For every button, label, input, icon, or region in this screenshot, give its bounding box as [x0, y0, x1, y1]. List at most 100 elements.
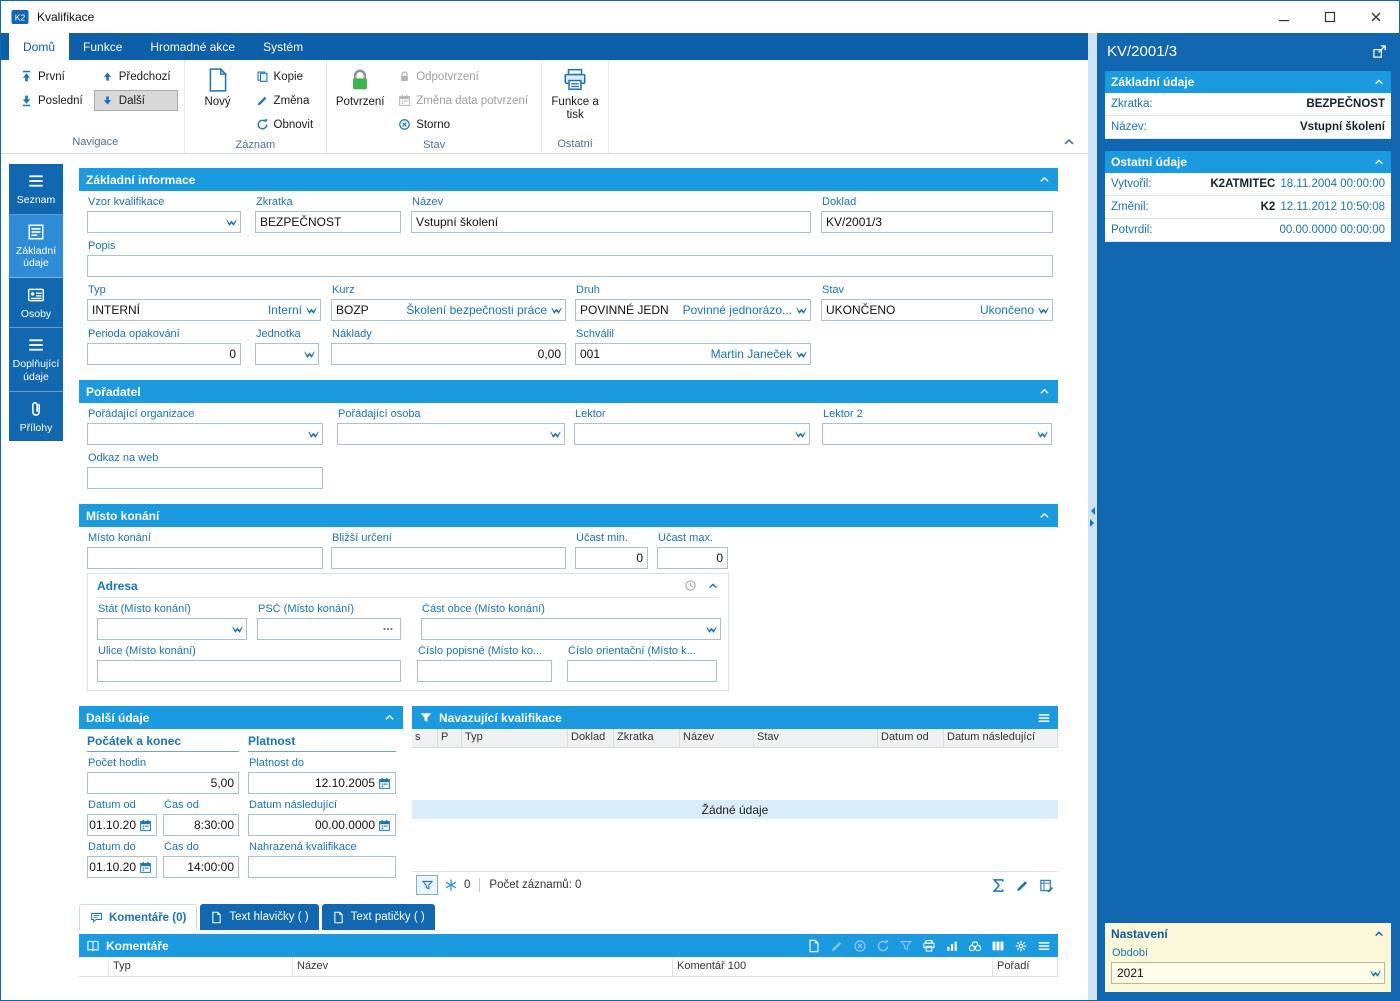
poradajici-organizace-select[interactable] [87, 423, 323, 445]
stav-select[interactable]: UKONČENOUkončeno [821, 299, 1053, 321]
perioda-input[interactable] [87, 343, 241, 365]
sidebar-item-osoby[interactable]: Osoby [9, 278, 63, 329]
calendar-icon[interactable] [378, 777, 391, 790]
change-confirm-date-button[interactable]: Změna data potvrzení [391, 90, 535, 111]
menu-icon[interactable] [1037, 711, 1051, 725]
filter-icon[interactable] [899, 939, 913, 953]
column-header[interactable]: Stav [754, 729, 878, 747]
cancel-record-button[interactable]: Storno [391, 114, 535, 135]
collapse-chevron-icon[interactable] [1373, 76, 1385, 88]
lektor2-select[interactable] [822, 423, 1052, 445]
sidebar-item-seznam[interactable]: Seznam [9, 164, 63, 215]
column-header[interactable]: Název [293, 957, 673, 976]
gear-icon[interactable] [1014, 939, 1028, 953]
column-header[interactable]: s [412, 729, 438, 747]
filter-toggle-button[interactable] [416, 875, 438, 895]
typ-select[interactable]: INTERNÍInterní [87, 299, 321, 321]
psc-input[interactable] [257, 618, 401, 640]
printer-icon[interactable] [922, 939, 936, 953]
edit-record-button[interactable]: Změna [249, 90, 321, 111]
chart-icon[interactable] [945, 939, 959, 953]
collapse-chevron-icon[interactable] [1038, 509, 1051, 522]
column-header[interactable]: Doklad [568, 729, 614, 747]
tab-komentare[interactable]: Komentáře (0) [79, 904, 197, 930]
zkratka-input[interactable] [255, 211, 401, 233]
poradajici-osoba-select[interactable] [337, 423, 565, 445]
column-header[interactable]: Komentář 100 [673, 957, 993, 976]
first-record-button[interactable]: První [13, 66, 90, 87]
collapse-chevron-icon[interactable] [1038, 385, 1051, 398]
sidebar-item-prilohy[interactable]: Přílohy [9, 392, 63, 442]
column-header[interactable]: Název [680, 729, 754, 747]
obdobi-select[interactable]: 2021 [1111, 962, 1385, 984]
kurz-select[interactable]: BOZPŠkolení bezpečnosti práce [331, 299, 566, 321]
column-header[interactable]: P [438, 729, 462, 747]
menu-icon[interactable] [1037, 939, 1051, 953]
next-record-button[interactable]: Další [94, 90, 178, 111]
sum-icon[interactable] [991, 878, 1006, 893]
cas-do-input[interactable] [163, 856, 239, 878]
nazev-input[interactable] [411, 211, 811, 233]
x-circle-icon[interactable] [853, 939, 867, 953]
misto-konani-input[interactable] [87, 547, 323, 569]
minimize-button[interactable] [1261, 2, 1307, 33]
maximize-button[interactable] [1307, 2, 1353, 33]
ucast-min-input[interactable] [575, 547, 648, 569]
unconfirm-button[interactable]: Odpotvrzení [391, 66, 535, 87]
popout-icon[interactable] [1372, 44, 1387, 59]
last-record-button[interactable]: Poslední [13, 90, 90, 111]
druh-select[interactable]: POVINNÉ JEDNPovinné jednorázo... [575, 299, 811, 321]
close-button[interactable] [1353, 2, 1399, 33]
calendar-icon[interactable] [139, 861, 152, 874]
tab-text-paticky[interactable]: Text patičky ( ) [322, 904, 435, 930]
column-header[interactable]: Zkratka [614, 729, 680, 747]
cast-obce-select[interactable] [421, 618, 721, 640]
navazujici-table-body[interactable]: Žádné údaje [412, 748, 1058, 872]
column-header[interactable]: Pořadí [993, 957, 1058, 976]
ribbon-tab-funkce[interactable]: Funkce [69, 33, 136, 60]
cislo-orientacni-input[interactable] [567, 660, 717, 682]
column-header[interactable]: Typ [462, 729, 568, 747]
collapse-chevron-icon[interactable] [1038, 173, 1051, 186]
odkaz-na-web-input[interactable] [87, 467, 323, 489]
datum-nasledujici-input[interactable]: 00.00.0000 [248, 814, 396, 836]
vzor-kvalifikace-select[interactable] [87, 211, 241, 233]
pencil-icon[interactable] [830, 939, 844, 953]
ribbon-tab-hromadne-akce[interactable]: Hromadné akce [136, 33, 249, 60]
snowflake-icon[interactable] [444, 878, 458, 892]
pencil-icon[interactable] [1015, 878, 1030, 893]
jednotka-select[interactable] [255, 343, 319, 365]
collapse-chevron-icon[interactable] [383, 711, 396, 724]
functions-print-button[interactable]: Funkce a tisk [546, 62, 604, 138]
refresh-icon[interactable] [876, 939, 890, 953]
ellipsis-button[interactable] [380, 622, 396, 636]
naklady-input[interactable] [331, 343, 566, 365]
pocet-hodin-input[interactable] [87, 772, 239, 794]
binoculars-icon[interactable] [968, 939, 982, 953]
datum-od-input[interactable]: 01.10.20 [87, 814, 157, 836]
doklad-input[interactable] [821, 211, 1053, 233]
refresh-record-button[interactable]: Obnovit [249, 114, 321, 135]
grid-edit-icon[interactable] [1039, 878, 1054, 893]
calendar-icon[interactable] [378, 819, 391, 832]
ulice-input[interactable] [97, 660, 401, 682]
collapse-chevron-icon[interactable] [707, 580, 719, 592]
confirm-button[interactable]: Potvrzení [331, 62, 389, 138]
column-header[interactable]: Typ [109, 957, 293, 976]
ucast-max-input[interactable] [657, 547, 728, 569]
columns-icon[interactable] [991, 939, 1005, 953]
datum-do-input[interactable]: 01.10.20 [87, 856, 157, 878]
collapse-chevron-icon[interactable] [1373, 156, 1385, 168]
copy-record-button[interactable]: Kopie [249, 66, 321, 87]
stat-select[interactable] [97, 618, 247, 640]
blizsi-urceni-input[interactable] [331, 547, 566, 569]
platnost-do-input[interactable]: 12.10.2005 [248, 772, 396, 794]
ribbon-tab-domu[interactable]: Domů [9, 33, 69, 60]
ribbon-tab-system[interactable]: Systém [249, 33, 317, 60]
nahrazena-kvalifikace-input[interactable] [248, 856, 396, 878]
new-document-icon[interactable] [807, 939, 821, 953]
cas-od-input[interactable] [163, 814, 239, 836]
calendar-icon[interactable] [139, 819, 152, 832]
ribbon-collapse-button[interactable] [1060, 135, 1078, 149]
schvalil-select[interactable]: 001Martin Janeček [575, 343, 811, 365]
